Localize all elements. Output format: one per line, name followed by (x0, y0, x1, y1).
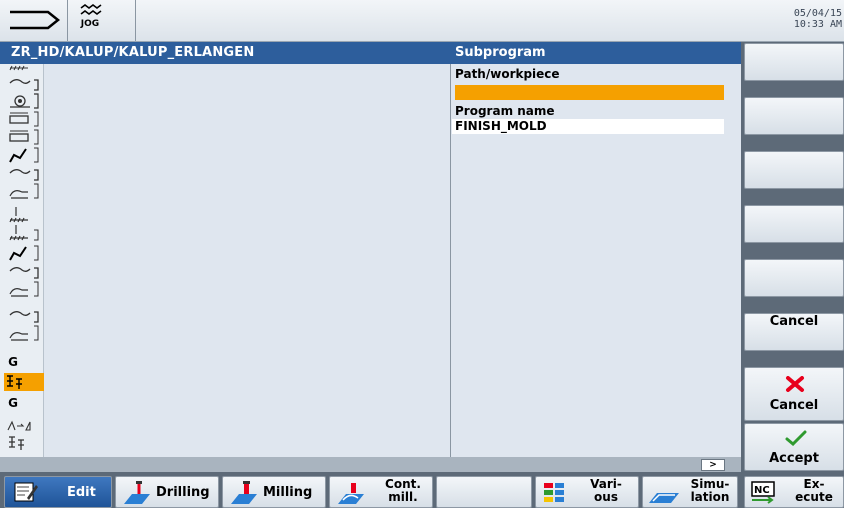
various-label-line1: Vari- (590, 477, 622, 491)
accept-button[interactable]: Accept (744, 423, 844, 471)
milling-icon (231, 481, 257, 504)
program-pointer-icon[interactable] (0, 0, 68, 41)
simulation-label-line2: lation (690, 490, 730, 504)
edit-icon (14, 482, 38, 502)
scroll-right-button[interactable]: > (701, 459, 725, 471)
contour-step-icon-2[interactable] (6, 164, 40, 182)
contour-step-icon-3[interactable] (6, 262, 40, 280)
subprogram-step-selected[interactable] (4, 373, 44, 391)
nc-execute-softkey[interactable]: NC Ex-ecute (744, 476, 844, 508)
subprogram-icon (7, 375, 22, 389)
simulation-label: Simu-lation (683, 478, 737, 504)
contour-milling-label-line2: mill. (388, 490, 418, 504)
path-step-icon-2[interactable] (6, 244, 40, 262)
nc-execute-icon: NC (751, 481, 775, 504)
cross-icon (786, 376, 804, 392)
contour-step-icon-4[interactable] (6, 306, 40, 324)
program-name-field[interactable]: FINISH_MOLD (452, 119, 724, 134)
simulation-softkey[interactable]: Simu-lation (642, 476, 738, 508)
contour-milling-label: Cont. mill. (376, 478, 430, 504)
face-step-icon[interactable] (6, 110, 40, 128)
milling-softkey[interactable]: Milling (222, 476, 326, 508)
subprogram-form: Path/workpiece Program name FINISH_MOLD (450, 64, 741, 457)
horizontal-scrollbar[interactable] (0, 457, 741, 472)
various-label-line2: ous (594, 490, 618, 504)
various-icon (544, 483, 564, 502)
date-time-display: 05/04/15 10:33 AM (794, 8, 842, 30)
vertical-softkey-4[interactable] (744, 205, 844, 243)
edit-softkey[interactable]: Edit (4, 476, 112, 508)
simulation-icon (649, 493, 679, 503)
header-bar: JOG 05/04/15 10:33 AM (0, 0, 844, 42)
nc-execute-label: Ex-ecute (785, 478, 843, 504)
program-name-label: Program name (455, 104, 555, 118)
checkmark-icon (785, 430, 807, 446)
jog-mode-indicator: JOG (68, 0, 136, 41)
roughing-step-icon[interactable] (6, 182, 40, 200)
simulation-label-line1: Simu- (690, 477, 730, 491)
g-code-step-icon[interactable]: G (6, 355, 20, 373)
g-code-step-icon-2[interactable]: G (6, 396, 20, 414)
vertical-softkey-5[interactable] (744, 259, 844, 297)
title-bar: ZR_HD/KALUP/KALUP_ERLANGEN Subprogram (0, 42, 741, 64)
vertical-softkey-2[interactable] (744, 97, 844, 135)
drill-step-icon[interactable] (6, 206, 40, 224)
subprogram-icon-2[interactable] (6, 434, 40, 452)
vertical-softkey-3[interactable] (744, 151, 844, 189)
drill-step-icon-2[interactable] (6, 224, 40, 242)
nc-execute-label-line2: ecute (795, 490, 833, 504)
various-label: Vari-ous (576, 478, 636, 504)
edit-label: Edit (67, 485, 96, 500)
various-softkey[interactable]: Vari-ous (535, 476, 639, 508)
drilling-softkey[interactable]: Drilling (115, 476, 219, 508)
program-path-title: ZR_HD/KALUP/KALUP_ERLANGEN (11, 45, 255, 60)
contour-milling-icon (338, 483, 364, 504)
path-workpiece-label: Path/workpiece (455, 67, 560, 81)
path-step-icon[interactable] (6, 146, 40, 164)
program-step-strip: G G (0, 64, 44, 457)
roughing-step-icon-3[interactable] (6, 324, 40, 342)
drilling-label: Drilling (156, 485, 210, 500)
dialog-title: Subprogram (455, 45, 546, 60)
vertical-softkey-1[interactable] (744, 43, 844, 81)
contour-milling-softkey[interactable]: Cont. mill. (329, 476, 433, 508)
nc-execute-label-line1: Ex- (803, 477, 825, 491)
drilling-icon (124, 481, 150, 504)
cancel-button[interactable]: Cancel (744, 367, 844, 421)
contour-step-icon[interactable] (6, 74, 40, 92)
accept-label: Accept (769, 451, 819, 466)
milling-label: Milling (263, 485, 313, 500)
svg-text:NC: NC (754, 485, 770, 496)
operating-mode-label: JOG (80, 19, 100, 29)
contour-milling-label-line1: Cont. (385, 477, 421, 491)
program-editor-area[interactable] (44, 64, 450, 457)
cancel-label: Cancel (769, 398, 819, 413)
face-step-icon-2[interactable] (6, 128, 40, 146)
empty-softkey[interactable] (436, 476, 532, 508)
vertical-softkey-6[interactable]: Cancel (744, 313, 844, 351)
pocket-step-icon[interactable] (6, 92, 40, 110)
date-label: 05/04/15 (793, 8, 842, 19)
roughing-step-icon-2[interactable] (6, 280, 40, 298)
transform-step-icon[interactable] (6, 416, 40, 434)
time-label: 10:33 AM (793, 19, 842, 30)
path-workpiece-field[interactable] (455, 85, 724, 100)
jog-icon (80, 4, 102, 15)
